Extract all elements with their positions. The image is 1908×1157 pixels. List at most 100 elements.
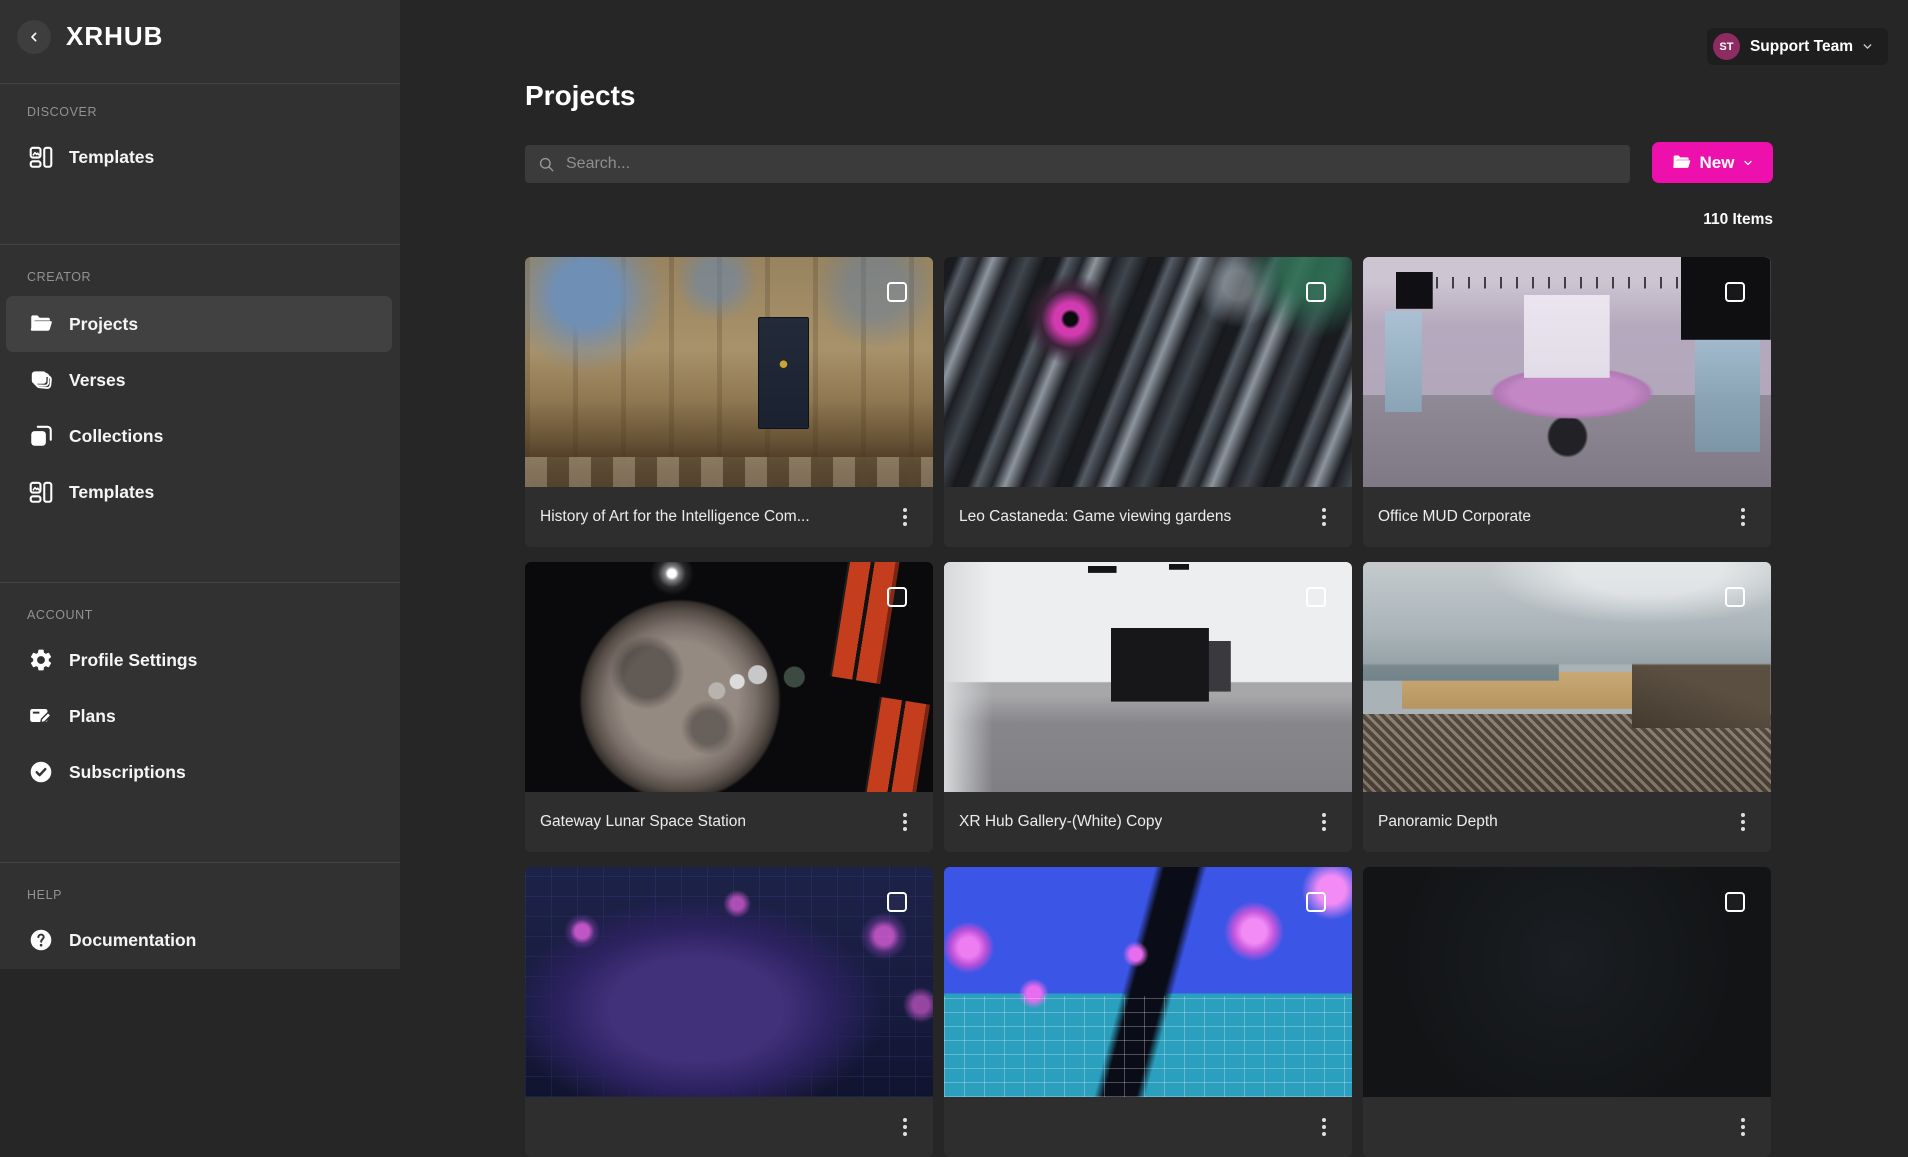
user-name: Support Team bbox=[1750, 38, 1853, 56]
sidebar-item-collections[interactable]: Collections bbox=[6, 408, 392, 464]
layers-icon bbox=[27, 367, 54, 394]
sidebar-item-verses[interactable]: Verses bbox=[6, 352, 392, 408]
sidebar-item-templates-creator[interactable]: Templates bbox=[6, 464, 392, 520]
items-count: 110 Items bbox=[1532, 211, 1773, 229]
user-menu-button[interactable]: ST Support Team bbox=[1707, 28, 1888, 65]
project-thumbnail[interactable] bbox=[944, 562, 1352, 792]
kebab-menu-icon[interactable] bbox=[891, 1097, 919, 1157]
help-circle-icon bbox=[27, 927, 54, 954]
search-icon bbox=[537, 155, 556, 174]
card-title: Leo Castaneda: Game viewing gardens bbox=[959, 508, 1231, 526]
card-select-checkbox[interactable] bbox=[1725, 282, 1745, 302]
sidebar-item-documentation[interactable]: Documentation bbox=[6, 912, 392, 968]
card-select-checkbox[interactable] bbox=[887, 282, 907, 302]
chevron-left-icon bbox=[26, 29, 42, 45]
sidebar-item-label: Profile Settings bbox=[69, 650, 197, 671]
sidebar-item-label: Collections bbox=[69, 426, 163, 447]
templates-icon bbox=[27, 144, 54, 171]
kebab-menu-icon[interactable] bbox=[891, 487, 919, 547]
card-edit-icon bbox=[27, 703, 54, 730]
project-card: History of Art for the Intelligence Com.… bbox=[525, 257, 933, 547]
card-title: History of Art for the Intelligence Com.… bbox=[540, 508, 810, 526]
sidebar-item-label: Templates bbox=[69, 147, 154, 168]
chevron-down-icon bbox=[1861, 40, 1874, 53]
kebab-menu-icon[interactable] bbox=[891, 792, 919, 852]
card-title-bar: XR Hub Gallery-(White) Copy bbox=[944, 792, 1352, 852]
sidebar-item-templates-discover[interactable]: Templates bbox=[6, 129, 392, 185]
main-content: ST Support Team Projects New 110 Items bbox=[400, 0, 1908, 969]
project-card bbox=[1363, 867, 1771, 1157]
kebab-menu-icon[interactable] bbox=[1310, 792, 1338, 852]
project-card bbox=[525, 867, 933, 1157]
sidebar-item-label: Verses bbox=[69, 370, 125, 391]
project-thumbnail[interactable] bbox=[944, 867, 1352, 1097]
card-title-bar: Gateway Lunar Space Station bbox=[525, 792, 933, 852]
folder-open-icon bbox=[27, 311, 54, 338]
card-title: Panoramic Depth bbox=[1378, 813, 1498, 831]
section-label-discover: DISCOVER bbox=[27, 105, 97, 119]
sidebar-item-label: Projects bbox=[69, 314, 138, 335]
project-card: Office MUD Corporate bbox=[1363, 257, 1771, 547]
card-select-checkbox[interactable] bbox=[1306, 892, 1326, 912]
project-card: Panoramic Depth bbox=[1363, 562, 1771, 852]
card-select-checkbox[interactable] bbox=[887, 892, 907, 912]
sidebar: XRHUB DISCOVER Templates CREATOR Project… bbox=[0, 0, 400, 969]
search-input[interactable] bbox=[566, 155, 1618, 173]
projects-grid: History of Art for the Intelligence Com.… bbox=[525, 257, 1773, 1157]
card-title-bar: Office MUD Corporate bbox=[1363, 487, 1771, 547]
chevron-down-icon bbox=[1742, 157, 1754, 169]
card-title: XR Hub Gallery-(White) Copy bbox=[959, 813, 1162, 831]
avatar: ST bbox=[1713, 33, 1740, 60]
sidebar-header: XRHUB bbox=[0, 0, 400, 83]
project-thumbnail[interactable] bbox=[1363, 257, 1771, 487]
sidebar-item-label: Plans bbox=[69, 706, 116, 727]
project-thumbnail[interactable] bbox=[1363, 867, 1771, 1097]
project-card: Leo Castaneda: Game viewing gardens bbox=[944, 257, 1352, 547]
kebab-menu-icon[interactable] bbox=[1729, 792, 1757, 852]
project-thumbnail[interactable] bbox=[525, 562, 933, 792]
project-thumbnail[interactable] bbox=[1363, 562, 1771, 792]
divider bbox=[0, 862, 400, 863]
divider bbox=[0, 244, 400, 245]
sidebar-item-projects[interactable]: Projects bbox=[6, 296, 392, 352]
new-button-label: New bbox=[1700, 153, 1735, 173]
section-label-account: ACCOUNT bbox=[27, 608, 93, 622]
card-title-bar bbox=[944, 1097, 1352, 1157]
sidebar-item-label: Subscriptions bbox=[69, 762, 186, 783]
card-select-checkbox[interactable] bbox=[1725, 587, 1745, 607]
gear-icon bbox=[27, 647, 54, 674]
sidebar-item-label: Templates bbox=[69, 482, 154, 503]
project-thumbnail[interactable] bbox=[525, 867, 933, 1097]
kebab-menu-icon[interactable] bbox=[1310, 487, 1338, 547]
folder-open-icon bbox=[1671, 152, 1692, 173]
project-card: Gateway Lunar Space Station bbox=[525, 562, 933, 852]
new-button[interactable]: New bbox=[1652, 142, 1773, 183]
card-select-checkbox[interactable] bbox=[887, 587, 907, 607]
project-thumbnail[interactable] bbox=[525, 257, 933, 487]
sidebar-item-subscriptions[interactable]: Subscriptions bbox=[6, 744, 392, 800]
app-logo: XRHUB bbox=[66, 21, 163, 52]
card-title: Gateway Lunar Space Station bbox=[540, 813, 746, 831]
collapse-sidebar-button[interactable] bbox=[17, 20, 51, 54]
sidebar-item-plans[interactable]: Plans bbox=[6, 688, 392, 744]
card-title-bar bbox=[525, 1097, 933, 1157]
card-select-checkbox[interactable] bbox=[1306, 282, 1326, 302]
page-title: Projects bbox=[525, 80, 636, 112]
project-card: XR Hub Gallery-(White) Copy bbox=[944, 562, 1352, 852]
kebab-menu-icon[interactable] bbox=[1729, 1097, 1757, 1157]
sidebar-item-label: Documentation bbox=[69, 930, 196, 951]
divider bbox=[0, 582, 400, 583]
project-card bbox=[944, 867, 1352, 1157]
sidebar-item-profile-settings[interactable]: Profile Settings bbox=[6, 632, 392, 688]
kebab-menu-icon[interactable] bbox=[1310, 1097, 1338, 1157]
card-select-checkbox[interactable] bbox=[1725, 892, 1745, 912]
collections-icon bbox=[27, 423, 54, 450]
check-circle-icon bbox=[27, 759, 54, 786]
card-select-checkbox[interactable] bbox=[1306, 587, 1326, 607]
kebab-menu-icon[interactable] bbox=[1729, 487, 1757, 547]
section-label-help: HELP bbox=[27, 888, 62, 902]
project-thumbnail[interactable] bbox=[944, 257, 1352, 487]
card-title: Office MUD Corporate bbox=[1378, 508, 1531, 526]
search-bar bbox=[525, 145, 1630, 183]
divider bbox=[0, 83, 400, 84]
